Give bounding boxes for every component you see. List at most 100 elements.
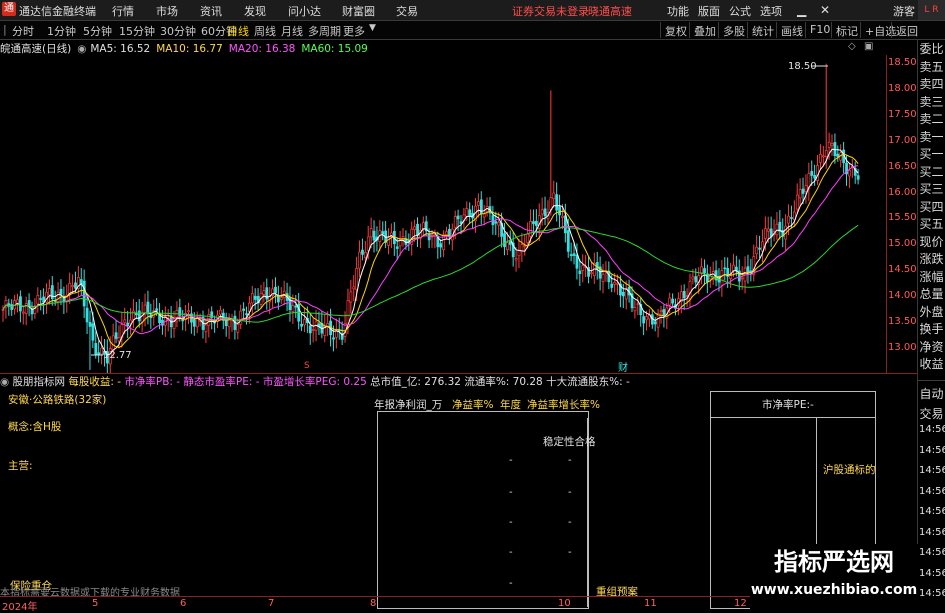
menu-gongneng[interactable]: 功能	[667, 3, 689, 19]
candle-body	[114, 332, 118, 339]
tool-huaxian[interactable]: 画线	[776, 22, 806, 38]
quote-rail-item[interactable]: 换手	[918, 321, 945, 338]
quote-rail-item[interactable]: 卖一	[918, 129, 945, 146]
candle-body	[503, 233, 506, 247]
price-tick: 17.00	[888, 134, 917, 146]
quote-rail-item[interactable]: 卖三	[918, 94, 945, 111]
tool-back[interactable]: 返回	[891, 22, 921, 38]
tool-duogu[interactable]: 多股	[718, 22, 748, 38]
candle-body	[590, 272, 593, 275]
legend-dropdown-icon[interactable]: ◉	[77, 43, 86, 55]
quote-rail-item[interactable]: 现价	[918, 234, 945, 251]
ma5-value: MA5: 16.52	[90, 43, 151, 55]
candle-body	[497, 222, 501, 226]
quote-rail-item[interactable]: 买四	[918, 199, 945, 216]
tf-monthly[interactable]: 月线	[281, 23, 303, 39]
quote-rail-item[interactable]: 买五	[918, 216, 945, 233]
menu-caifuquan[interactable]: 财富圈	[342, 3, 375, 19]
quote-rail-item[interactable]: 买二	[918, 164, 945, 181]
tool-tongji[interactable]: 统计	[747, 22, 777, 38]
tool-fuquan[interactable]: 复权	[660, 22, 690, 38]
quote-rail-item[interactable]: 买三	[918, 181, 945, 198]
tf-15min[interactable]: 15分钟	[119, 23, 155, 39]
candle-body	[755, 246, 759, 255]
quote-rail-item[interactable]: 总量	[918, 286, 945, 303]
quote-rail-item[interactable]: 涨幅	[918, 269, 945, 286]
quote-rail-item[interactable]: 净资	[918, 339, 945, 356]
candle-body	[192, 319, 196, 327]
tf-30min[interactable]: 30分钟	[160, 23, 196, 39]
close-icon[interactable]: ✕	[820, 3, 830, 17]
candle-body	[68, 283, 72, 294]
chart-expand-icon[interactable]: ▣	[864, 41, 873, 52]
candle-body	[766, 228, 770, 232]
tick-time: 14:56	[919, 506, 945, 517]
candle-body	[514, 258, 518, 261]
candle-body	[732, 264, 735, 272]
tf-5min[interactable]: 5分钟	[83, 23, 112, 39]
ma60-value: MA60: 15.09	[301, 43, 368, 55]
tf-daily[interactable]: 日线	[227, 23, 249, 39]
tf-fenshi[interactable]: 分时	[12, 23, 34, 39]
candle-body	[204, 324, 208, 333]
menu-zixun[interactable]: 资讯	[200, 3, 222, 19]
menu-wenxiaoda[interactable]: 问小达	[288, 3, 321, 19]
tool-biaoji[interactable]: 标记	[831, 22, 861, 38]
quote-rail-item[interactable]: 收益	[918, 356, 945, 373]
price-tick: 15.00	[888, 238, 917, 250]
candle-body	[555, 194, 559, 211]
candle-body	[668, 297, 672, 306]
menu-shichang[interactable]: 市场	[156, 3, 178, 19]
candle-body	[520, 244, 524, 252]
candle-body	[535, 220, 538, 226]
menu-gongshi[interactable]: 公式	[729, 3, 751, 19]
login-notice[interactable]: 证券交易未登录	[512, 3, 589, 19]
tool-f10[interactable]: F10	[805, 22, 833, 38]
menu-hangqing[interactable]: 行情	[112, 3, 134, 19]
tool-diejia[interactable]: 叠加	[689, 22, 719, 38]
date-tick: 2024年	[2, 602, 38, 613]
rail-trade-item[interactable]: 自动	[918, 384, 945, 404]
candle-body	[349, 291, 353, 303]
tf-more[interactable]: 更多	[343, 23, 365, 39]
tick-time: 14:56	[919, 485, 945, 497]
candle-body	[656, 313, 660, 328]
candle-body	[740, 277, 744, 280]
more-dropdown-icon[interactable]: ▼	[369, 23, 376, 33]
candle-body	[694, 276, 698, 283]
quote-rail-item[interactable]: 卖五	[918, 59, 945, 76]
candle-body	[552, 192, 556, 199]
candle-body	[361, 249, 364, 255]
indicator-name[interactable]: 股朋指标网	[13, 376, 66, 388]
candle-body	[558, 206, 561, 216]
candle-body	[506, 242, 509, 250]
stock-notice[interactable]: 晓通高速	[588, 3, 632, 19]
candle-body	[763, 228, 767, 239]
stock-name[interactable]: 皖通高速(日线)	[0, 43, 71, 55]
menu-banmian[interactable]: 版面	[698, 3, 720, 19]
menu-jiaoyi[interactable]: 交易	[396, 3, 418, 19]
quote-rail-item[interactable]: 卖二	[918, 111, 945, 128]
chart-settings-icon[interactable]: ◇	[848, 41, 856, 52]
watermark-url: www.xuezhibiao.com	[750, 582, 918, 598]
kline-chart[interactable]	[0, 55, 887, 373]
candle-body	[662, 309, 666, 316]
tf-multi[interactable]: 多周期	[308, 23, 341, 39]
quote-rail-item[interactable]: 买一	[918, 146, 945, 163]
quote-rail-item[interactable]: 涨跌	[918, 251, 945, 268]
tf-weekly[interactable]: 周线	[254, 23, 276, 39]
indicator-menu-icon[interactable]: ◉	[0, 376, 9, 388]
menu-faxian[interactable]: 发现	[244, 3, 266, 19]
tf-1min[interactable]: 1分钟	[47, 23, 76, 39]
level-badge: L R	[918, 0, 945, 20]
menu-xuanxiang[interactable]: 选项	[760, 3, 782, 19]
price-tick: 17.50	[888, 108, 917, 120]
quote-rail-item[interactable]: 卖四	[918, 76, 945, 93]
ma10-value: MA10: 16.77	[156, 43, 223, 55]
rail-trade-item[interactable]: 交易	[918, 404, 945, 424]
user-label[interactable]: 游客	[893, 3, 915, 19]
concept-label: 概念:含H股	[8, 421, 62, 433]
quote-rail-item[interactable]: 委比	[918, 41, 945, 58]
minimize-icon[interactable]: ▁	[797, 3, 806, 17]
quote-rail-item[interactable]: 外盘	[918, 304, 945, 321]
